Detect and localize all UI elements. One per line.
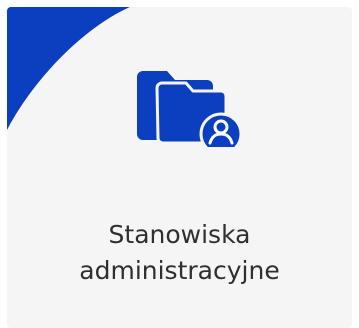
tile-label: Stanowiska administracyjne	[7, 217, 352, 289]
tile-label-line2: administracyjne	[79, 256, 280, 285]
folder-user-icon	[135, 57, 255, 147]
corner-accent	[7, 7, 130, 130]
administrative-positions-tile[interactable]: Stanowiska administracyjne	[7, 7, 352, 328]
tile-label-line1: Stanowiska	[108, 220, 251, 249]
